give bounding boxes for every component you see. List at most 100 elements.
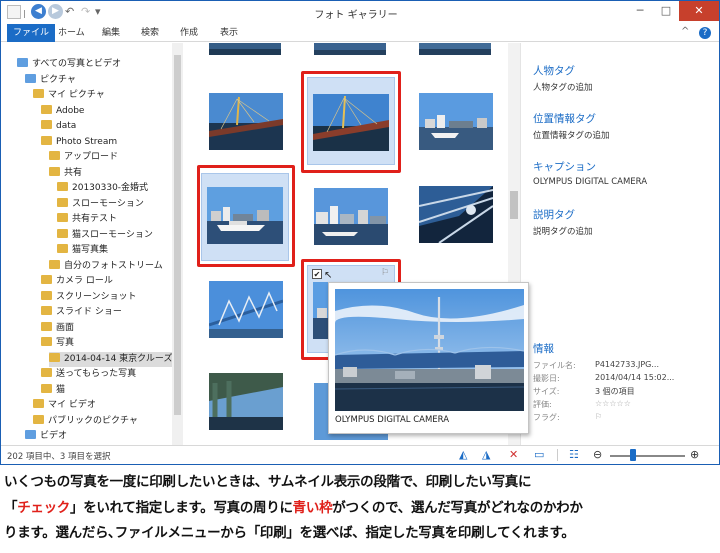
tab-view[interactable]: 表示 [220,24,238,42]
photo-thumbnail-structure[interactable] [419,186,493,243]
folder-icon [41,321,52,331]
zoom-slider[interactable] [610,455,685,457]
folder-icon [41,306,52,315]
minimize-button[interactable]: ─ [627,1,653,21]
tab-home[interactable]: ホーム [58,24,85,42]
nav-tree-item[interactable]: 写真 [41,336,74,351]
app-icon[interactable] [7,5,21,19]
undo-icon[interactable]: ↶ [65,4,74,20]
nav-tree-item[interactable]: 猫スローモーション [57,228,153,243]
add-geo-tag-link[interactable]: 位置情報タグの追加 [533,129,610,141]
slideshow-icon[interactable]: ▭ [534,449,544,461]
tab-create[interactable]: 作成 [180,24,198,42]
nav-tree-item[interactable]: マイ ビデオ [33,398,96,413]
folder-icon [57,228,68,238]
info-file-name: ファイル名: P4142733.JPG... [533,360,660,370]
close-button[interactable]: ✕ [679,1,719,21]
nav-tree-item[interactable]: ビデオ [25,429,67,444]
photo-thumbnail-bridge-truss[interactable] [209,281,283,338]
nav-tree-item-label: data [56,121,77,131]
folder-icon [33,399,44,408]
zoom-slider-knob[interactable] [630,449,636,461]
library-icon [17,58,28,67]
library-icon [25,430,36,439]
folder-icon [57,244,68,253]
nav-tree-item[interactable]: スライド ショー [41,305,122,320]
rotate-right-icon[interactable]: ◮ [482,449,490,461]
tab-search[interactable]: 検索 [141,24,159,42]
nav-tree-item[interactable]: Adobe [41,104,84,119]
nav-tree-item-label: マイ ビデオ [48,400,96,410]
add-people-tag-link[interactable]: 人物タグの追加 [533,81,593,93]
photo-thumbnail[interactable] [419,43,491,55]
nav-tree-item[interactable]: アップロード [49,150,118,165]
zoom-in-icon[interactable]: ⊕ [690,449,699,461]
delete-icon[interactable]: ✕ [509,449,518,461]
details-view-icon[interactable]: ☷ [569,449,579,461]
description-tag-heading: 説明タグ [533,209,575,221]
nav-tree-item[interactable]: 猫写真集 [57,243,108,258]
nav-tree-item[interactable]: すべての写真とビデオ [17,57,121,72]
rotate-left-icon[interactable]: ◭ [459,449,467,461]
quick-access-dropdown-icon[interactable]: ▾ [95,4,101,20]
ribbon-collapse-icon[interactable]: ^ [681,26,689,37]
rating-stars[interactable]: ☆☆☆☆☆ [595,399,631,408]
navigation-scrollbar-thumb[interactable] [174,55,181,415]
nav-tree-item[interactable]: パブリックのピクチャ [33,414,138,429]
blue-frame-keyword: 青い枠 [292,499,333,516]
nav-tree-item[interactable]: 送ってもらった写真 [41,367,136,382]
folder-icon [57,182,68,191]
flag-icon[interactable]: ⚐ [595,412,602,421]
nav-tree-item[interactable]: スローモーション [57,197,144,212]
instruction-line-3: ります。選んだら､ファイルメニューから「印刷」を選べば、指定した写真を印刷してく… [4,525,575,541]
nav-tree-item[interactable]: 2014-04-14 東京クルーズ [49,351,179,367]
nav-tree-item[interactable]: data [41,119,76,134]
photo-thumbnail-bridge[interactable] [209,93,283,150]
info-date-taken: 撮影日: 2014/04/14 15:02... [533,373,675,383]
highlight-box [197,165,295,267]
photo-thumbnail[interactable] [314,43,386,55]
maximize-button[interactable]: □ [653,1,679,21]
nav-tree-item[interactable]: 自分のフォトストリーム [49,259,163,274]
zoom-out-icon[interactable]: ⊖ [593,449,602,461]
nav-tree-item-label: すべての写真とビデオ [32,59,122,69]
nav-tree-item[interactable]: 猫 [41,383,65,398]
nav-tree-item[interactable]: スクリーンショット [41,290,137,305]
caption-heading: キャプション [533,161,596,173]
photo-thumbnail-river[interactable] [419,93,493,150]
folder-icon [41,368,52,377]
nav-tree-item[interactable]: 共有 [49,166,82,181]
forward-icon[interactable]: ▶ [48,4,63,19]
tab-edit[interactable]: 編集 [102,24,120,42]
caption-value[interactable]: OLYMPUS DIGITAL CAMERA [533,177,647,187]
photo-thumbnail-waterfront[interactable] [314,188,388,245]
nav-tree-item[interactable]: Photo Stream [41,135,117,150]
photo-thumbnail[interactable] [209,43,281,55]
help-icon[interactable]: ? [699,27,711,39]
nav-tree-item[interactable]: ピクチャ [25,73,76,88]
nav-tree-item[interactable]: マイ ピクチャ [33,88,105,103]
nav-tree-item-label: Photo Stream [56,136,118,147]
nav-tree-item-label: 自分のフォトストリーム [64,260,163,271]
thumbnail-scrollbar-thumb[interactable] [510,191,518,219]
info-heading: 情報 [533,343,554,355]
nav-tree-item[interactable]: 共有テスト [57,212,117,227]
redo-icon[interactable]: ↷ [81,4,90,20]
separator-icon: | [23,9,26,18]
navigation-scrollbar[interactable] [172,43,183,445]
folder-icon [41,275,52,284]
folder-icon [41,290,52,300]
photo-thumbnail-underbridge[interactable] [209,373,283,430]
add-description-tag-link[interactable]: 説明タグの追加 [533,225,593,237]
tab-file[interactable]: ファイル [7,24,56,42]
photo-preview-popup: OLYMPUS DIGITAL CAMERA [328,282,529,434]
nav-tree-item[interactable]: 20130330-金婚式 [57,181,148,196]
nav-tree-item[interactable]: カメラ ロール [41,274,113,289]
back-icon[interactable]: ◀ [31,4,46,19]
preview-image [334,289,525,411]
nav-tree-item[interactable]: 画面 [41,321,74,336]
folder-icon [33,89,44,98]
people-tag-heading: 人物タグ [533,65,575,77]
highlight-box [301,71,401,173]
library-icon [25,73,36,83]
